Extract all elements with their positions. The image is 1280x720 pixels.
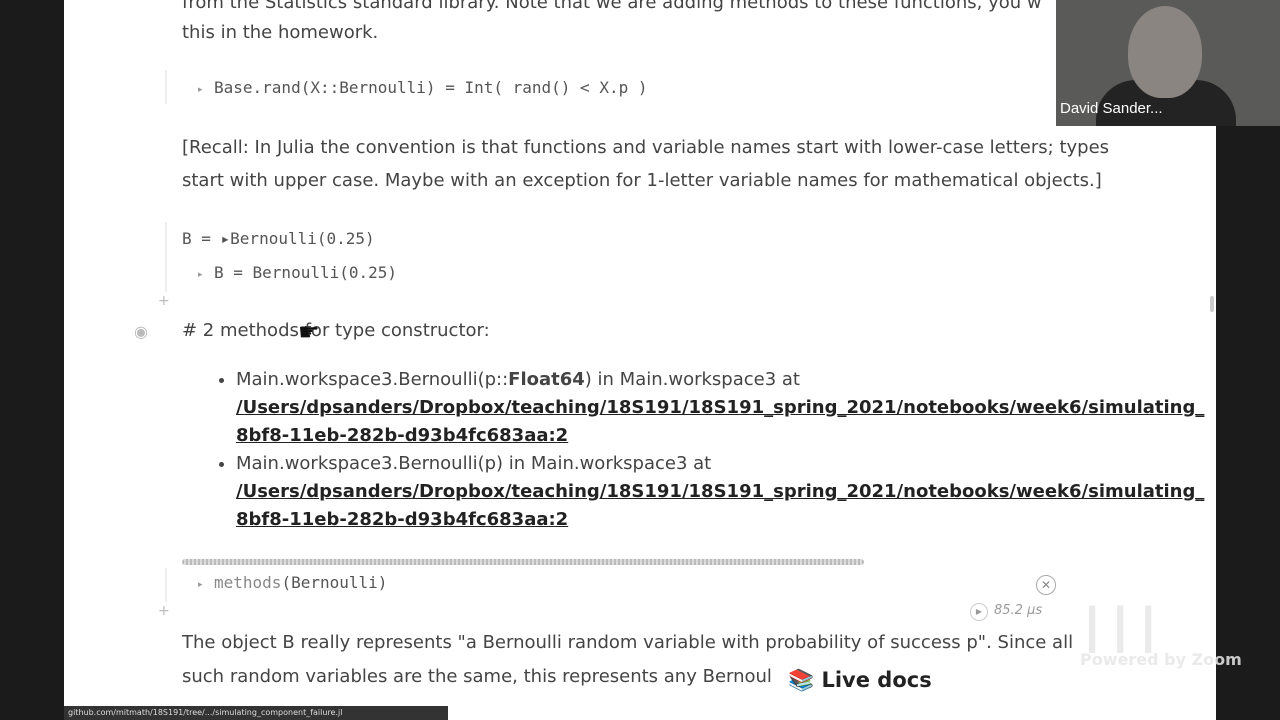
source-link[interactable]: 8bf8-11eb-282b-d93b4fc683aa:2 [236, 425, 568, 446]
cell-methods-bar [165, 568, 167, 602]
cell-rand-code[interactable]: Base.rand(X::Bernoulli) = Int( rand() < … [214, 78, 647, 97]
collapse-triangle-icon[interactable]: ▸ [198, 270, 203, 280]
cell-B-bar [165, 222, 167, 292]
add-cell-plus-icon[interactable]: + [158, 603, 170, 619]
bottom-text-line1: The object B really represents "a Bernou… [182, 632, 1074, 653]
bottom-text-line2: such random variables are the same, this… [182, 666, 772, 687]
cell-B-output[interactable]: B = ▸Bernoulli(0.25) [182, 229, 375, 248]
method-item: Main.workspace3.Bernoulli(p) in Main.wor… [236, 450, 1204, 534]
intro-text-line2: this in the homework. [182, 22, 379, 43]
recall-text-line2: start with upper case. Maybe with an exc… [182, 170, 1102, 191]
clear-output-button[interactable]: ✕ [1036, 575, 1056, 595]
output-horizontal-scrollbar[interactable] [182, 559, 864, 565]
hand-cursor-icon: ☛ [298, 318, 320, 346]
method-item: Main.workspace3.Bernoulli(p::Float64) in… [236, 366, 1204, 450]
webcam-person [1128, 6, 1202, 98]
run-timing[interactable]: ▶ 85.2 μs [970, 603, 1042, 621]
recall-text-line1: [Recall: In Julia the convention is that… [182, 137, 1110, 158]
cell-B-code[interactable]: B = Bernoulli(0.25) [214, 263, 397, 282]
eye-icon[interactable]: ◉ [134, 322, 148, 341]
collapse-triangle-icon[interactable]: ▸ [198, 580, 203, 590]
run-cell-icon[interactable]: ▶ [970, 603, 988, 621]
source-link[interactable]: /Users/dpsanders/Dropbox/teaching/18S191… [236, 481, 1204, 502]
add-cell-plus-icon[interactable]: + [158, 293, 170, 309]
live-docs-toggle[interactable]: 📚 Live docs [788, 668, 932, 693]
methods-heading: # 2 methods for type constructor: [182, 320, 490, 341]
zoom-watermark: ┃┃┃ Powered by Zoom [1080, 607, 1242, 669]
cell-methods-code[interactable]: methods(Bernoulli) [214, 573, 387, 592]
cell-rand-bar [165, 70, 167, 104]
status-bar-url: github.com/mitmath/18S191/tree/.../simul… [64, 706, 448, 720]
source-link[interactable]: /Users/dpsanders/Dropbox/teaching/18S191… [236, 397, 1204, 418]
source-link[interactable]: 8bf8-11eb-282b-d93b4fc683aa:2 [236, 509, 568, 530]
methods-list: Main.workspace3.Bernoulli(p::Float64) in… [214, 366, 1204, 534]
zoom-logo-icon: ┃┃┃ [1080, 607, 1165, 653]
books-icon: 📚 [788, 668, 815, 692]
collapse-triangle-icon[interactable]: ▸ [198, 85, 203, 95]
scroll-marker[interactable] [1210, 296, 1214, 312]
webcam-video: David Sander... [1056, 0, 1280, 126]
pluto-notebook: from the Statistics standard library. No… [64, 0, 1216, 720]
participant-name: David Sander... [1060, 100, 1163, 117]
